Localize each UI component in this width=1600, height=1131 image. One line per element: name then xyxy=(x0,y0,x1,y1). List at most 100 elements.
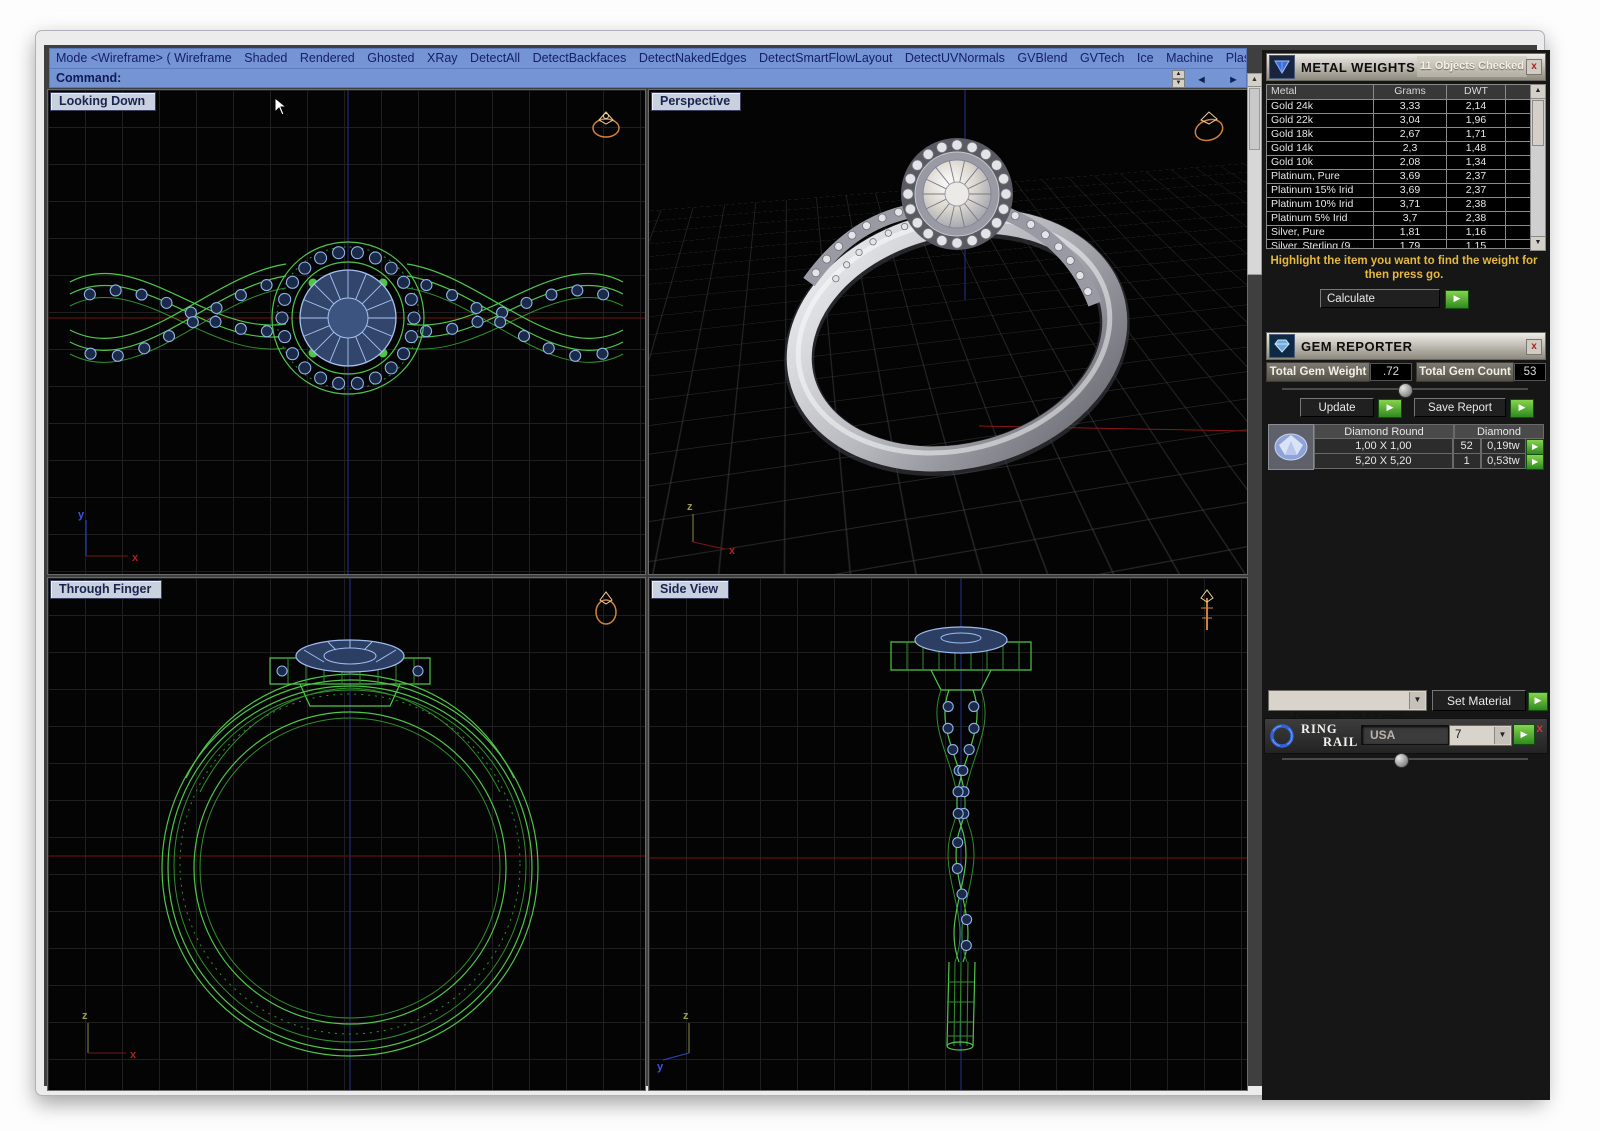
ring-rail-go-icon[interactable]: ▶ xyxy=(1513,724,1535,745)
close-icon[interactable]: x xyxy=(1526,59,1542,75)
menu-item-plastic[interactable]: Plastic xyxy=(1226,51,1246,65)
ring-rail-word2: RAIL xyxy=(1323,735,1359,749)
metal-row[interactable]: Silver, Pure 1,81 1,16 xyxy=(1267,226,1530,240)
menu-item-shaded[interactable]: Shaded xyxy=(244,51,287,65)
command-prompt-row[interactable]: Command: ▲ ▼ ◄ ► xyxy=(50,69,1246,89)
gem-table: Diamond Round Diamond 1,00 X 1,00 52 0,1… xyxy=(1314,424,1544,470)
menu-item-rendered[interactable]: Rendered xyxy=(300,51,355,65)
metal-row[interactable]: Silver, Sterling (9... 1,79 1,15 xyxy=(1267,240,1530,248)
svg-text:x: x xyxy=(729,545,736,557)
viewport-label-through-finger[interactable]: Through Finger xyxy=(50,580,163,599)
calculate-button[interactable]: Calculate xyxy=(1320,289,1440,308)
close-icon[interactable]: x xyxy=(1526,339,1542,355)
scroll-thumb[interactable] xyxy=(1532,100,1544,146)
scroll-up-icon[interactable]: ▲ xyxy=(1531,85,1545,99)
ring-thumbnail-icon xyxy=(1194,111,1224,142)
ring-rail-icon xyxy=(1270,724,1294,748)
splitter-handle[interactable] xyxy=(1394,753,1409,768)
update-go-icon[interactable]: ▶ xyxy=(1378,399,1402,418)
calculate-go-icon[interactable]: ▶ xyxy=(1445,290,1469,309)
menu-item-detectuvnormals[interactable]: DetectUVNormals xyxy=(905,51,1005,65)
close-icon[interactable]: x xyxy=(1536,721,1543,735)
update-button[interactable]: Update xyxy=(1300,398,1374,417)
application-window: Mode <Wireframe> ( Wireframe Shaded Rend… xyxy=(35,30,1550,1100)
command-options-row: Mode <Wireframe> ( Wireframe Shaded Rend… xyxy=(50,49,1246,69)
through-finger-drawing: z x xyxy=(48,578,645,1090)
viewport-label-side-view[interactable]: Side View xyxy=(651,580,730,599)
right-panel: METAL WEIGHTS 11 Objects Checked x Metal… xyxy=(1262,50,1550,1100)
ring-rail-word1: RING xyxy=(1301,722,1338,736)
viewport-label-looking-down[interactable]: Looking Down xyxy=(50,92,157,111)
metal-weights-table: Metal Grams DWT Gold 24k 3,33 2,14 Gold 22… xyxy=(1266,84,1531,249)
save-report-button[interactable]: Save Report xyxy=(1414,398,1506,417)
metal-table-scrollbar[interactable]: ▲ ▼ xyxy=(1530,84,1546,251)
viewport-side-view[interactable]: z y Side View xyxy=(648,577,1248,1091)
metal-weights-instruction: Highlight the item you want to find the … xyxy=(1270,255,1538,281)
metal-row[interactable]: Platinum 10% Irid 3,71 2,38 xyxy=(1267,198,1530,212)
menu-item-wireframe[interactable]: Wireframe xyxy=(174,51,232,65)
splitter-handle[interactable] xyxy=(1398,383,1413,398)
command-area: Mode <Wireframe> ( Wireframe Shaded Rend… xyxy=(49,48,1247,88)
metal-row[interactable]: Platinum 15% Irid 3,69 2,37 xyxy=(1267,184,1530,198)
perspective-drawing: z x xyxy=(687,90,1247,557)
ring-size-dropdown[interactable]: 7 ▼ xyxy=(1449,725,1512,746)
menu-item-detectnakededges[interactable]: DetectNakedEdges xyxy=(639,51,747,65)
ring-thumbnail-icon xyxy=(592,111,620,138)
menu-item-detectall[interactable]: DetectAll xyxy=(470,51,520,65)
menu-item-gvblend[interactable]: GVBlend xyxy=(1017,51,1067,65)
mouse-cursor xyxy=(274,97,288,116)
region-field[interactable]: USA xyxy=(1361,725,1449,745)
menu-item-ice[interactable]: Ice xyxy=(1137,51,1154,65)
metal-row[interactable]: Gold 22k 3,04 1,96 xyxy=(1267,114,1530,128)
command-spinner[interactable]: ▲ ▼ xyxy=(1172,70,1185,88)
menu-item-detectsmartflowlayout[interactable]: DetectSmartFlowLayout xyxy=(759,51,892,65)
metal-row[interactable]: Gold 18k 2,67 1,71 xyxy=(1267,128,1530,142)
objects-checked-badge: 11 Objects Checked xyxy=(1417,56,1527,77)
gem-table-header: Diamond Round Diamond xyxy=(1314,424,1544,439)
gem-row-go-icon[interactable]: ▶ xyxy=(1526,439,1544,455)
menu-item-detectbackfaces[interactable]: DetectBackfaces xyxy=(533,51,627,65)
chevron-down-icon[interactable]: ▼ xyxy=(1409,692,1425,709)
svg-text:y: y xyxy=(78,509,85,521)
total-gem-weight-label: Total Gem Weight xyxy=(1266,362,1370,382)
chevron-down-icon[interactable]: ▼ xyxy=(1494,727,1510,744)
total-gem-weight-value: .72 xyxy=(1370,363,1412,381)
set-material-go-icon[interactable]: ▶ xyxy=(1528,692,1548,711)
viewport-through-finger[interactable]: z x Through Finger xyxy=(47,577,646,1091)
scroll-down-icon[interactable]: ▼ xyxy=(1531,236,1545,250)
svg-text:z: z xyxy=(687,501,693,513)
menu-item-ghosted[interactable]: Ghosted xyxy=(367,51,414,65)
save-report-go-icon[interactable]: ▶ xyxy=(1510,399,1534,418)
viewport-looking-down[interactable]: y x Looking Down xyxy=(47,89,646,575)
mode-prompt: Mode <Wireframe> ( xyxy=(56,51,171,65)
set-material-button[interactable]: Set Material xyxy=(1432,690,1526,711)
viewport-perspective[interactable]: z x Perspective xyxy=(648,89,1248,575)
ring-sizer-icon xyxy=(1200,589,1214,630)
gem-row-go-icon[interactable]: ▶ xyxy=(1526,454,1544,470)
menu-item-xray[interactable]: XRay xyxy=(427,51,458,65)
looking-down-drawing: y x xyxy=(48,90,645,574)
metal-row[interactable]: Platinum, Pure 3,69 2,37 xyxy=(1267,170,1530,184)
dock-scrollbar[interactable]: ▲ xyxy=(1247,73,1262,275)
metal-weights-header-row: Metal Grams DWT xyxy=(1267,85,1530,100)
ring-thumbnail-icon xyxy=(595,591,617,625)
metal-row[interactable]: Gold 14k 2,3 1,48 xyxy=(1267,142,1530,156)
viewport-label-perspective[interactable]: Perspective xyxy=(651,92,742,111)
command-label: Command: xyxy=(56,71,122,85)
svg-text:z: z xyxy=(82,1010,88,1022)
metal-weights-header: METAL WEIGHTS 11 Objects Checked x xyxy=(1266,53,1546,81)
menu-item-gvtech[interactable]: GVTech xyxy=(1080,51,1124,65)
material-dropdown[interactable]: Diamond (3,52 spg) ▼ xyxy=(1268,690,1427,724)
scroll-up-icon[interactable]: ▲ xyxy=(1248,74,1261,87)
metal-row[interactable]: Gold 24k 3,33 2,14 xyxy=(1267,100,1530,114)
gem-reporter-icon xyxy=(1269,334,1295,358)
history-forward-icon[interactable]: ► xyxy=(1228,71,1239,89)
gem-row[interactable]: 5,20 X 5,20 1 0,53tw ▶ xyxy=(1314,454,1544,470)
metal-row[interactable]: Gold 10k 2,08 1,34 xyxy=(1267,156,1530,170)
metal-row[interactable]: Platinum 5% Irid 3,7 2,38 xyxy=(1267,212,1530,226)
menu-item-machine[interactable]: Machine xyxy=(1166,51,1213,65)
ring-rail-bar: RING RAIL USA 7 ▼ ▶ x xyxy=(1264,718,1548,754)
gem-preview-image xyxy=(1268,424,1314,470)
history-back-icon[interactable]: ◄ xyxy=(1196,71,1207,89)
gem-row[interactable]: 1,00 X 1,00 52 0,19tw ▶ xyxy=(1314,439,1544,455)
